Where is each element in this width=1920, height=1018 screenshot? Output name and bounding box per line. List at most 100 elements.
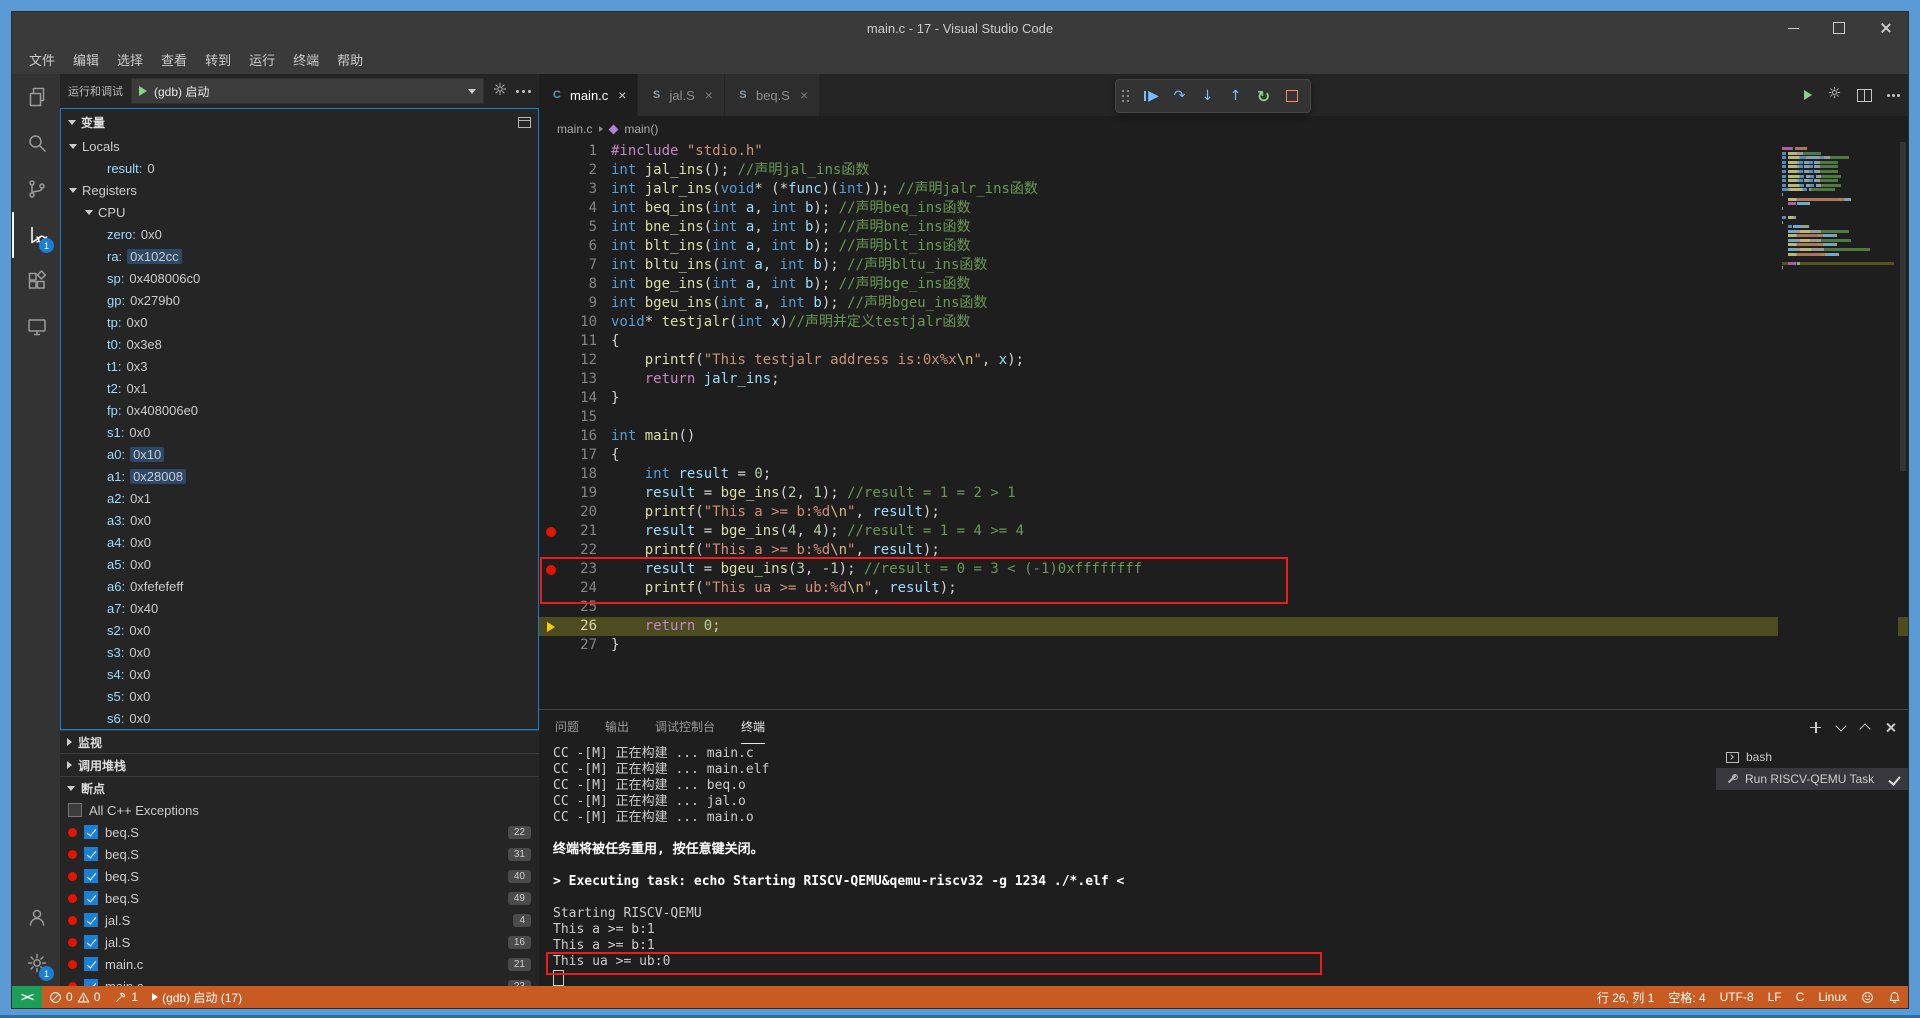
debug-session-indicator[interactable]: (gdb) 启动 (17) xyxy=(145,986,249,1008)
extensions-icon[interactable] xyxy=(12,258,60,304)
register-row[interactable]: a4:0x0 xyxy=(61,531,538,553)
debug-settings-gear-icon[interactable] xyxy=(492,81,508,102)
register-row[interactable]: zero:0x0 xyxy=(61,223,538,245)
close-tab-icon[interactable]: × xyxy=(705,87,713,103)
menu-file[interactable]: 文件 xyxy=(20,46,64,73)
register-row[interactable]: s6:0x0 xyxy=(61,707,538,729)
code-line[interactable]: 13 return jalr_ins; xyxy=(539,370,1908,389)
code-line[interactable]: 17{ xyxy=(539,446,1908,465)
register-row[interactable]: tp:0x0 xyxy=(61,311,538,333)
code-line[interactable]: 24 printf("This ua >= ub:%d\n", result); xyxy=(539,579,1908,598)
register-row[interactable]: s1:0x0 xyxy=(61,421,538,443)
terminal-output[interactable]: CC -[M] 正在构建 ... main.cCC -[M] 正在构建 ... … xyxy=(539,744,1716,986)
checkbox[interactable] xyxy=(84,825,98,839)
menu-selection[interactable]: 选择 xyxy=(108,46,152,73)
code-line[interactable]: 5int bne_ins(int a, int b); //声明bne_ins函… xyxy=(539,218,1908,237)
code-line[interactable]: 25 xyxy=(539,598,1908,617)
breakpoint-row[interactable]: beq.S49 xyxy=(60,887,539,909)
menu-help[interactable]: 帮助 xyxy=(328,46,372,73)
maximize-panel-icon[interactable] xyxy=(1859,723,1870,734)
register-row[interactable]: s4:0x0 xyxy=(61,663,538,685)
register-row[interactable]: ra:0x102cc xyxy=(61,245,538,267)
code-editor[interactable]: 1#include "stdio.h"2int jal_ins(); //声明j… xyxy=(539,142,1908,709)
more-actions-icon[interactable] xyxy=(516,90,519,93)
eol-setting[interactable]: LF xyxy=(1761,986,1789,1008)
code-line[interactable]: 16int main() xyxy=(539,427,1908,446)
tab-jal-s[interactable]: Sjal.S× xyxy=(638,74,724,116)
breadcrumb-symbol[interactable]: main() xyxy=(624,122,658,136)
code-line[interactable]: 10void* testjalr(int x)//声明并定义testjalr函数 xyxy=(539,313,1908,332)
breakpoint-row[interactable]: beq.S22 xyxy=(60,821,539,843)
current-line-arrow-icon[interactable] xyxy=(539,617,563,636)
breakpoint-icon[interactable] xyxy=(539,560,563,579)
collapse-all-icon[interactable] xyxy=(518,117,531,128)
register-row[interactable]: a2:0x1 xyxy=(61,487,538,509)
register-row[interactable]: s2:0x0 xyxy=(61,619,538,641)
register-row[interactable]: t0:0x3e8 xyxy=(61,333,538,355)
search-icon[interactable] xyxy=(12,120,60,166)
variable-row[interactable]: result:0 xyxy=(61,157,538,179)
continue-button[interactable]: ▶ xyxy=(1139,84,1164,109)
checkbox[interactable] xyxy=(68,803,82,817)
step-over-button[interactable]: ↷ xyxy=(1167,84,1192,109)
accounts-icon[interactable] xyxy=(12,894,60,940)
editor-settings-gear-icon[interactable] xyxy=(1827,85,1842,105)
panel-tab-output[interactable]: 输出 xyxy=(605,710,629,744)
close-tab-icon[interactable]: × xyxy=(800,87,808,103)
register-row[interactable]: sp:0x408006c0 xyxy=(61,267,538,289)
remote-indicator[interactable]: >< xyxy=(12,986,42,1008)
code-line[interactable]: 7int bltu_ins(int a, int b); //声明bltu_in… xyxy=(539,256,1908,275)
cursor-position[interactable]: 行 26, 列 1 xyxy=(1590,986,1661,1008)
register-row[interactable]: t1:0x3 xyxy=(61,355,538,377)
minimap[interactable] xyxy=(1778,144,1898,709)
titlebar[interactable]: main.c - 17 - Visual Studio Code xyxy=(12,12,1908,44)
code-line[interactable]: 14} xyxy=(539,389,1908,408)
code-line[interactable]: 15 xyxy=(539,408,1908,427)
minimize-button[interactable] xyxy=(1770,12,1816,44)
code-line[interactable]: 12 printf("This testjalr address is:0x%x… xyxy=(539,351,1908,370)
scope-registers[interactable]: Registers xyxy=(61,179,538,201)
close-panel-icon[interactable] xyxy=(1885,722,1896,733)
breadcrumb[interactable]: main.c main() xyxy=(539,116,1908,142)
encoding-setting[interactable]: UTF-8 xyxy=(1713,986,1761,1008)
run-and-debug-icon[interactable]: 1 xyxy=(12,212,60,258)
register-row[interactable]: a1:0x28008 xyxy=(61,465,538,487)
register-row[interactable]: a6:0xfefefeff xyxy=(61,575,538,597)
menu-goto[interactable]: 转到 xyxy=(196,46,240,73)
task-indicator[interactable]: 1 xyxy=(107,986,145,1008)
checkbox[interactable] xyxy=(84,979,98,986)
scope-locals[interactable]: Locals xyxy=(61,135,538,157)
code-line[interactable]: 20 printf("This a >= b:%d\n", result); xyxy=(539,503,1908,522)
remote-explorer-icon[interactable] xyxy=(12,304,60,350)
problems-indicator[interactable]: 0 0 xyxy=(42,986,107,1008)
variables-section-header[interactable]: 变量 xyxy=(61,109,538,135)
start-debugging-icon[interactable] xyxy=(139,86,147,96)
breadcrumb-file[interactable]: main.c xyxy=(557,122,592,136)
source-control-icon[interactable] xyxy=(12,166,60,212)
menu-run[interactable]: 运行 xyxy=(240,46,284,73)
editor-scrollbar[interactable] xyxy=(1898,142,1908,709)
exception-breakpoint-row[interactable]: All C++ Exceptions xyxy=(60,799,539,821)
code-line[interactable]: 4int beq_ins(int a, int b); //声明beq_ins函… xyxy=(539,199,1908,218)
debug-config-dropdown[interactable]: (gdb) 启动 xyxy=(131,78,484,104)
group-cpu[interactable]: CPU xyxy=(61,201,538,223)
close-tab-icon[interactable]: × xyxy=(618,87,626,103)
code-line[interactable]: 1#include "stdio.h" xyxy=(539,142,1908,161)
watch-section-header[interactable]: 监视 xyxy=(60,730,539,753)
language-mode[interactable]: C xyxy=(1789,986,1812,1008)
code-line[interactable]: 21 result = bge_ins(4, 4); //result = 1 … xyxy=(539,522,1908,541)
register-row[interactable]: a7:0x40 xyxy=(61,597,538,619)
register-row[interactable]: gp:0x279b0 xyxy=(61,289,538,311)
code-line[interactable]: 6int blt_ins(int a, int b); //声明blt_ins函… xyxy=(539,237,1908,256)
panel-tab-debug-console[interactable]: 调试控制台 xyxy=(655,710,715,744)
terminal-instance-row[interactable]: Run RISCV-QEMU Task xyxy=(1716,768,1908,790)
maximize-button[interactable] xyxy=(1816,12,1862,44)
code-line[interactable]: 8int bge_ins(int a, int b); //声明bge_ins函… xyxy=(539,275,1908,294)
checkbox[interactable] xyxy=(84,847,98,861)
code-line[interactable]: 3int jalr_ins(void* (*func)(int)); //声明j… xyxy=(539,180,1908,199)
code-line[interactable]: 26 return 0; xyxy=(539,617,1908,636)
step-out-button[interactable]: ↑ xyxy=(1223,84,1248,109)
register-row[interactable]: t2:0x1 xyxy=(61,377,538,399)
register-row[interactable]: a0:0x10 xyxy=(61,443,538,465)
settings-gear-icon[interactable]: 1 xyxy=(12,940,60,986)
